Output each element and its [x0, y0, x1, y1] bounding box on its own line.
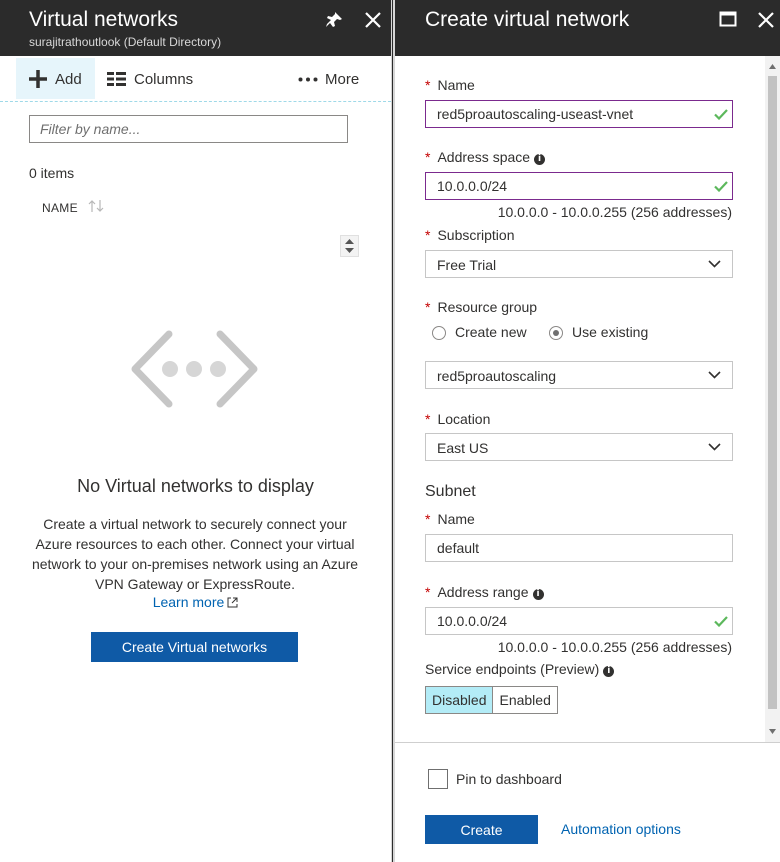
items-count: 0 items: [29, 165, 75, 181]
name-label: * Name: [425, 77, 475, 93]
resource-group-label-text: Resource group: [437, 299, 538, 315]
more-button[interactable]: More: [296, 58, 366, 99]
subscription-label-text: Subscription: [437, 227, 515, 243]
required-asterisk: *: [425, 511, 431, 527]
subscription-dropdown[interactable]: Free Trial: [425, 250, 733, 278]
address-range-label: * Address range i: [425, 584, 544, 600]
use-existing-label: Use existing: [572, 324, 649, 340]
close-icon[interactable]: [755, 9, 777, 31]
add-label: Add: [55, 71, 82, 88]
required-asterisk: *: [425, 227, 431, 243]
location-value: East US: [437, 440, 489, 456]
maximize-icon[interactable]: [719, 10, 741, 32]
filter-input[interactable]: [29, 115, 348, 143]
address-space-hint: 10.0.0.0 - 10.0.0.255 (256 addresses): [497, 204, 732, 220]
virtual-network-icon: [131, 330, 258, 408]
service-endpoints-label: Service endpoints (Preview) i: [425, 661, 615, 677]
radio-circle-selected: [549, 326, 563, 340]
name-label-text: Name: [437, 77, 475, 93]
subscription-label: * Subscription: [425, 227, 515, 243]
create-button[interactable]: Create: [425, 815, 538, 844]
chevron-down-icon: [708, 260, 721, 268]
info-icon[interactable]: i: [534, 154, 546, 165]
pin-to-dashboard-checkbox[interactable]: [428, 769, 448, 789]
chevron-down-icon: [708, 371, 721, 379]
address-space-label: * Address space i: [425, 149, 546, 165]
resource-group-label: * Resource group: [425, 299, 537, 315]
service-endpoints-toggle: Disabled Enabled: [425, 686, 558, 714]
blade-footer: Pin to dashboard Create Automation optio…: [395, 742, 780, 862]
plus-icon: [29, 70, 47, 88]
scroll-up-icon[interactable]: [768, 62, 777, 71]
required-asterisk: *: [425, 411, 431, 427]
address-range-hint: 10.0.0.0 - 10.0.0.255 (256 addresses): [497, 639, 732, 655]
required-asterisk: *: [425, 149, 431, 165]
valid-check-icon: [714, 109, 728, 120]
blade-header: Virtual networks surajitrathoutlook (Def…: [0, 0, 391, 56]
info-icon[interactable]: i: [603, 666, 615, 677]
required-asterisk: *: [425, 299, 431, 315]
create-virtual-networks-button[interactable]: Create Virtual networks: [91, 632, 298, 662]
location-dropdown[interactable]: East US: [425, 433, 733, 461]
required-asterisk: *: [425, 77, 431, 93]
empty-state-description: Create a virtual network to securely con…: [31, 516, 359, 592]
address-space-input[interactable]: [425, 172, 733, 200]
blade-subtitle: surajitrathoutlook (Default Directory): [29, 35, 222, 49]
location-label-text: Location: [437, 411, 491, 427]
create-virtual-network-blade: Create virtual network * Name * Address sp…: [395, 0, 780, 862]
subnet-heading: Subnet: [425, 483, 476, 500]
learn-more-link[interactable]: Learn more: [0, 594, 391, 610]
enabled-option[interactable]: Enabled: [493, 687, 556, 713]
subnet-name-label-text: Name: [437, 511, 475, 527]
pin-icon[interactable]: [323, 9, 345, 31]
empty-state-title: No Virtual networks to display: [77, 476, 314, 496]
column-header-name[interactable]: NAME: [42, 201, 78, 215]
command-bar: Add Columns More: [0, 56, 391, 102]
valid-check-icon: [714, 616, 728, 627]
blade-title: Virtual networks: [29, 8, 179, 31]
pin-to-dashboard-label: Pin to dashboard: [456, 771, 562, 787]
blade-title: Create virtual network: [425, 8, 630, 31]
more-label: More: [325, 71, 360, 88]
chevron-down-icon: [708, 443, 721, 451]
close-icon[interactable]: [362, 9, 384, 31]
address-range-label-text: Address range: [437, 584, 529, 600]
external-link-icon: [227, 597, 238, 608]
resource-group-dropdown[interactable]: red5proautoscaling: [425, 361, 733, 389]
ellipsis-icon: [298, 77, 318, 82]
name-input[interactable]: [425, 100, 733, 128]
scrollbar[interactable]: [765, 56, 780, 742]
learn-more-label: Learn more: [152, 594, 225, 610]
info-icon[interactable]: i: [532, 589, 544, 600]
create-new-label: Create new: [455, 324, 527, 340]
valid-check-icon: [714, 181, 728, 192]
address-range-input[interactable]: [425, 607, 733, 635]
add-button[interactable]: Add: [16, 58, 95, 99]
scroll-down-icon[interactable]: [768, 727, 777, 736]
up-down-arrows-icon: [345, 239, 354, 253]
radio-circle: [432, 326, 446, 340]
automation-options-link[interactable]: Automation options: [561, 821, 681, 837]
sort-icon[interactable]: [88, 199, 104, 213]
subnet-name-input[interactable]: [425, 534, 733, 562]
required-asterisk: *: [425, 584, 431, 600]
columns-label: Columns: [134, 71, 194, 88]
location-label: * Location: [425, 411, 490, 427]
service-endpoints-label-text: Service endpoints (Preview): [425, 661, 600, 677]
resource-group-value: red5proautoscaling: [437, 368, 557, 384]
scroll-stepper[interactable]: [340, 235, 359, 257]
scrollbar-thumb[interactable]: [768, 76, 777, 709]
address-space-label-text: Address space: [437, 149, 531, 165]
blade-header: Create virtual network: [395, 0, 780, 56]
subscription-value: Free Trial: [437, 257, 497, 273]
virtual-networks-blade: Virtual networks surajitrathoutlook (Def…: [0, 0, 391, 862]
columns-icon: [107, 72, 126, 86]
disabled-option[interactable]: Disabled: [426, 687, 494, 713]
subnet-name-label: * Name: [425, 511, 475, 527]
